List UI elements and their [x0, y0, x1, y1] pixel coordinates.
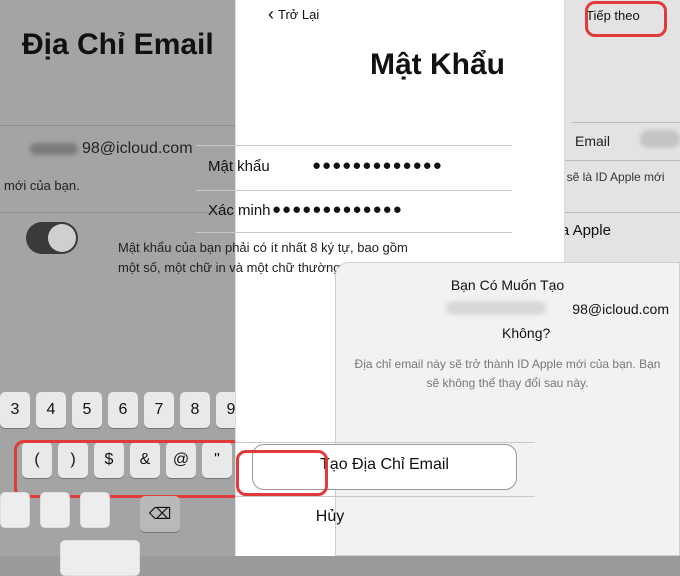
left-toggle[interactable] — [26, 222, 78, 254]
key-digit[interactable]: 5 — [72, 392, 102, 428]
verify-label: Xác minh — [208, 202, 271, 219]
chevron-left-icon: ‹ — [268, 4, 274, 24]
redacted-email-prefix — [30, 142, 78, 155]
page-title: Mật Khẩu — [370, 48, 505, 81]
left-email-text: 98@icloud.com — [82, 140, 193, 157]
dialog-question-line1: Bạn Có Muốn Tạo — [450, 277, 565, 293]
key-digit[interactable]: 3 — [0, 392, 30, 428]
cancel-button[interactable]: Hủy — [235, 508, 425, 526]
backspace-icon: ⌫ — [148, 506, 172, 523]
key-digit[interactable]: 7 — [144, 392, 174, 428]
redacted-email — [640, 130, 680, 148]
key-digit[interactable]: 6 — [108, 392, 138, 428]
key-digit[interactable]: 4 — [36, 392, 66, 428]
left-email-row: 98@icloud.com — [30, 140, 193, 158]
redacted-dialog-email — [446, 301, 546, 315]
next-highlight-box — [585, 1, 667, 37]
create-highlight-box — [236, 450, 328, 496]
left-subtitle: mới của bạn. — [4, 178, 80, 193]
backspace-key[interactable]: ⌫ — [140, 496, 180, 532]
left-screen-title: Địa Chỉ Email — [22, 28, 214, 61]
left-highlight-box — [14, 440, 254, 498]
password-label: Mật khẩu — [208, 158, 270, 175]
verify-field[interactable]: ●●●●●●●●●●●●● — [272, 201, 403, 218]
password-field[interactable]: ●●●●●●●●●●●●● — [312, 157, 443, 174]
key-digit[interactable]: 8 — [180, 392, 210, 428]
back-label: Trở Lại — [278, 7, 320, 22]
back-button[interactable]: ‹ Trở Lại — [268, 4, 319, 25]
dialog-question-line2: Không? — [502, 325, 551, 341]
dialog-message: Địa chỉ email này sẽ trở thành ID Apple … — [354, 357, 661, 390]
right-email-label: Email — [575, 133, 611, 149]
